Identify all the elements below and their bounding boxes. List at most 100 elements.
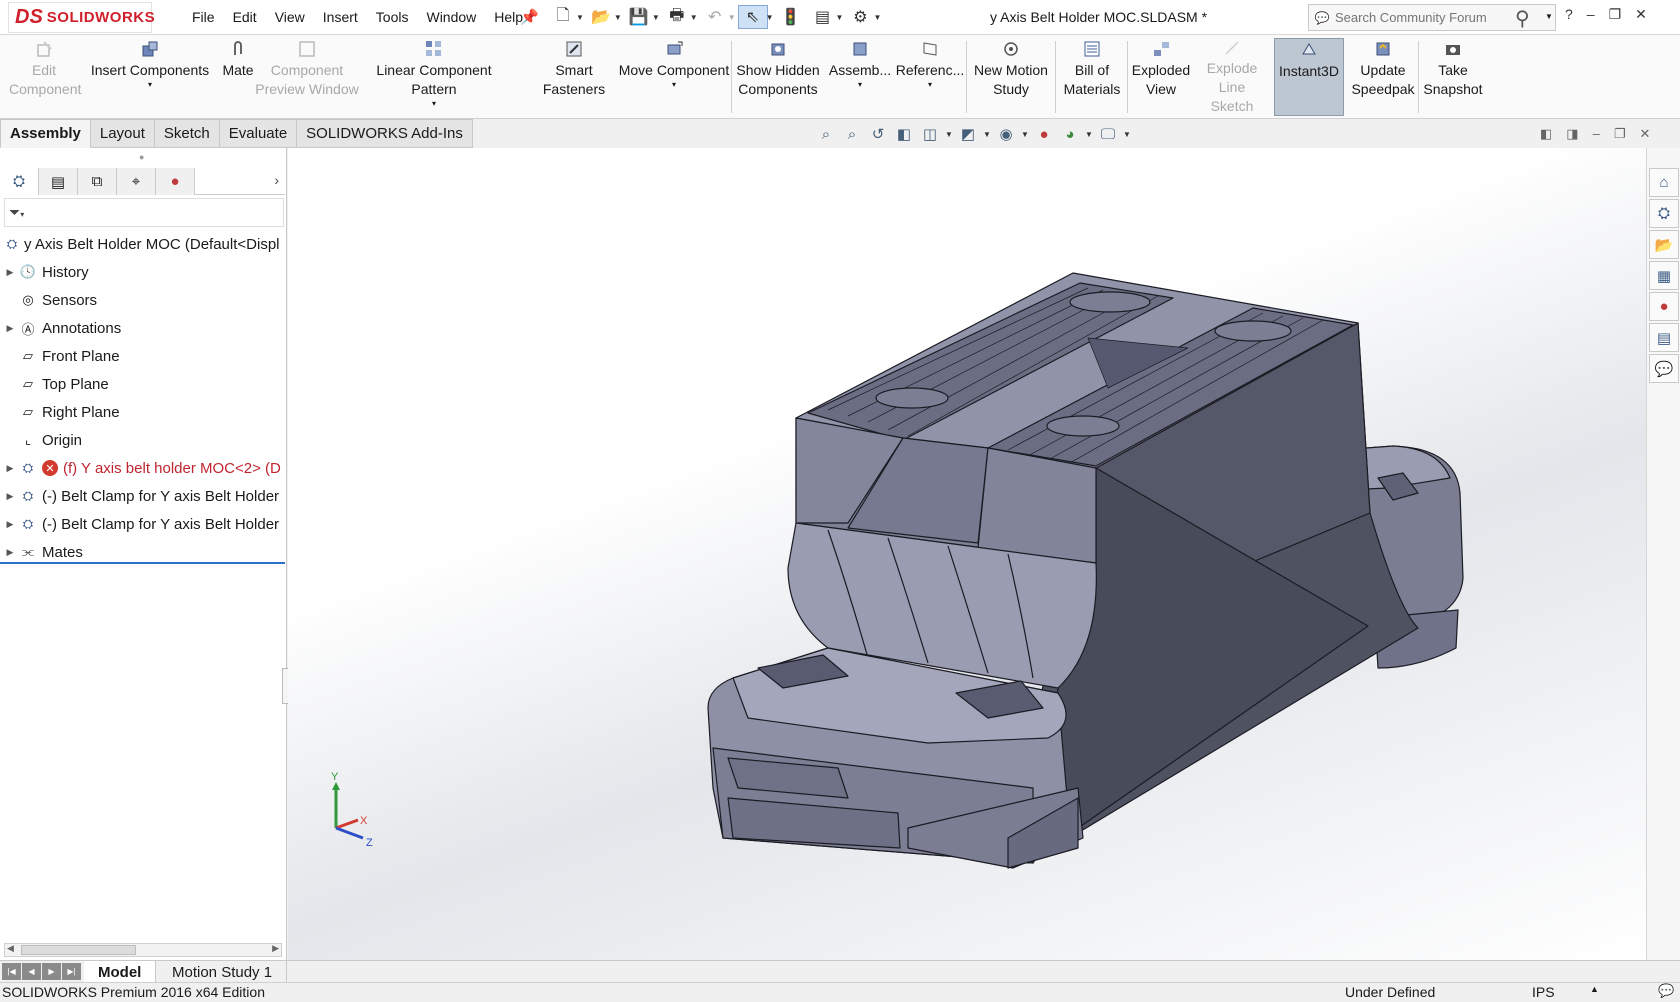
view-orientation-cube-icon[interactable]: ◩ <box>957 125 979 143</box>
tab-model[interactable]: Model <box>84 961 157 983</box>
menu-tools[interactable]: Tools <box>367 9 418 25</box>
save-icon[interactable]: 💾 <box>624 5 654 29</box>
select-cursor-icon[interactable]: ⇖ <box>737 5 768 29</box>
undo-icon[interactable]: ↶ <box>700 5 730 29</box>
open-dropdown-icon[interactable]: ▼ <box>614 13 622 22</box>
update-speedpak-button[interactable]: Update Speedpak <box>1348 38 1418 116</box>
appearances-scenes-icon[interactable]: ● <box>1649 292 1679 321</box>
solidworks-logo[interactable]: DS SOLIDWORKS <box>8 2 155 33</box>
tile-right-icon[interactable]: ◨ <box>1566 126 1578 142</box>
featuremanager-tab-icon[interactable]: ⛭ <box>0 168 39 195</box>
first-tab-icon[interactable]: |◀ <box>2 963 21 980</box>
close-button[interactable]: ✕ <box>1635 6 1647 23</box>
tab-motion-study-1[interactable]: Motion Study 1 <box>158 961 288 983</box>
search-dropdown-icon[interactable]: ▼ <box>1545 12 1553 21</box>
filter-dropdown-icon[interactable]: ▾ <box>20 210 24 219</box>
print-dropdown-icon[interactable]: ▼ <box>690 13 698 22</box>
last-tab-icon[interactable]: ▶| <box>62 963 81 980</box>
file-explorer-icon[interactable]: 📂 <box>1649 230 1679 259</box>
viewport-minimize-icon[interactable]: – <box>1593 126 1600 142</box>
print-icon[interactable]: 🖶 <box>662 5 692 29</box>
tree-item-right-plane[interactable]: ▱ Right Plane <box>0 398 285 426</box>
appearance-sphere-icon[interactable]: ● <box>1033 126 1055 143</box>
tab-assembly[interactable]: Assembly <box>0 119 91 148</box>
menu-window[interactable]: Window <box>417 9 485 25</box>
viewport-close-icon[interactable]: ✕ <box>1639 126 1650 142</box>
take-snapshot-button[interactable]: Take Snapshot <box>1420 38 1486 116</box>
displaymanager-tab-icon[interactable]: ● <box>156 168 195 195</box>
smart-fasteners-button[interactable]: Smart Fasteners <box>538 38 610 116</box>
display-style-dropdown-icon[interactable]: ▼ <box>1021 130 1029 139</box>
menu-edit[interactable]: Edit <box>224 9 266 25</box>
tab-solidworks-add-ins[interactable]: SOLIDWORKS Add-Ins <box>297 119 473 148</box>
dimxpertmanager-tab-icon[interactable]: ⌖ <box>117 168 156 195</box>
tree-item-y-axis-belt-holder[interactable]: ▶ ⛭ ✕ (f) Y axis belt holder MOC<2> (D <box>0 454 285 482</box>
linear-pattern-dropdown-icon[interactable]: ▾ <box>432 99 436 109</box>
expand-arrow-icon[interactable]: ▶ <box>2 323 18 334</box>
tree-item-top-plane[interactable]: ▱ Top Plane <box>0 370 285 398</box>
properties-dropdown-icon[interactable]: ▼ <box>836 13 844 22</box>
previous-tab-icon[interactable]: ◀ <box>22 963 41 980</box>
custom-properties-icon[interactable]: ▤ <box>1649 323 1679 352</box>
scene-icon[interactable]: ◕ <box>1059 126 1081 143</box>
expand-arrow-icon[interactable]: ▶ <box>2 463 18 474</box>
zoom-to-area-icon[interactable]: ⌕ <box>841 126 863 143</box>
instant3d-button[interactable]: Instant3D <box>1274 38 1344 116</box>
3d-model-view[interactable]: Y X Z <box>288 148 1646 960</box>
orientation-dropdown-icon[interactable]: ▼ <box>983 130 991 139</box>
propertymanager-tab-icon[interactable]: ▤ <box>39 168 78 195</box>
annotation-dropdown-icon[interactable]: ▼ <box>945 130 953 139</box>
menu-file[interactable]: File <box>183 9 224 25</box>
configurationmanager-tab-icon[interactable]: ⧉ <box>78 168 117 195</box>
assembly-features-dropdown-icon[interactable]: ▾ <box>858 80 862 90</box>
edit-component-button[interactable]: Edit Component <box>4 38 84 116</box>
search-box[interactable]: 💬 ⚲ ▼ <box>1308 4 1556 31</box>
unit-system[interactable]: IPS <box>1532 984 1555 1000</box>
menu-insert[interactable]: Insert <box>314 9 367 25</box>
insert-components-dropdown-icon[interactable]: ▾ <box>148 80 152 90</box>
tree-filter[interactable]: ⏷ ▾ <box>4 198 284 227</box>
units-menu-icon[interactable]: ▲ <box>1590 984 1599 994</box>
reference-geometry-button[interactable]: Referenc... ▾ <box>896 38 964 116</box>
view-palette-icon[interactable]: ▦ <box>1649 261 1679 290</box>
expand-arrow-icon[interactable]: ▶ <box>2 547 18 558</box>
save-dropdown-icon[interactable]: ▼ <box>652 13 660 22</box>
tab-sketch[interactable]: Sketch <box>154 119 220 148</box>
move-component-button[interactable]: Move Component ▾ <box>612 38 736 116</box>
tab-evaluate[interactable]: Evaluate <box>219 119 298 148</box>
component-preview-window-button[interactable]: Component Preview Window <box>252 38 362 116</box>
tree-item-belt-clamp-1[interactable]: ▶ ⛭ (-) Belt Clamp for Y axis Belt Holde… <box>0 482 285 510</box>
expand-arrow-icon[interactable]: ▶ <box>2 491 18 502</box>
tree-item-history[interactable]: ▶ 🕓 History <box>0 258 285 286</box>
show-hidden-components-button[interactable]: Show Hidden Components <box>734 38 822 116</box>
restore-button[interactable]: ❐ <box>1609 6 1622 23</box>
tree-item-annotations[interactable]: ▶ Ⓐ Annotations <box>0 314 285 342</box>
explode-line-sketch-button[interactable]: Explode Line Sketch <box>1196 38 1268 116</box>
solidworks-forum-icon[interactable]: 💬 <box>1649 354 1679 383</box>
tree-item-belt-clamp-2[interactable]: ▶ ⛭ (-) Belt Clamp for Y axis Belt Holde… <box>0 510 285 538</box>
dynamic-annotation-icon[interactable]: ◫ <box>919 125 941 143</box>
options-gear-icon[interactable]: ⚙ <box>845 5 875 29</box>
tree-horizontal-scrollbar[interactable]: ◀ ▶ <box>4 943 282 957</box>
help-icon[interactable]: ? <box>1565 6 1573 23</box>
section-view-icon[interactable]: ◧ <box>893 125 915 143</box>
tile-left-icon[interactable]: ◧ <box>1540 126 1552 142</box>
graphics-area[interactable]: Y X Z <box>288 148 1646 960</box>
tree-item-origin[interactable]: ⌞ Origin <box>0 426 285 454</box>
filter-funnel-icon[interactable]: ⏷ <box>9 204 20 221</box>
display-style-icon[interactable]: ◉ <box>995 125 1017 143</box>
select-dropdown-icon[interactable]: ▼ <box>766 13 774 22</box>
belt-holder-model[interactable] <box>707 272 1464 869</box>
new-dropdown-icon[interactable]: ▼ <box>576 13 584 22</box>
display-monitor-icon[interactable]: 🖵 <box>1097 126 1119 143</box>
design-library-icon[interactable]: ⛭ <box>1649 199 1679 228</box>
scene-dropdown-icon[interactable]: ▼ <box>1085 130 1093 139</box>
tab-layout[interactable]: Layout <box>90 119 155 148</box>
chevron-right-icon[interactable]: › <box>274 172 279 188</box>
linear-component-pattern-button[interactable]: Linear Component Pattern ▾ <box>352 38 516 116</box>
open-folder-icon[interactable]: 📂 <box>586 5 616 29</box>
options-dropdown-icon[interactable]: ▼ <box>873 13 881 22</box>
menu-view[interactable]: View <box>266 9 314 25</box>
undo-dropdown-icon[interactable]: ▼ <box>728 13 736 22</box>
search-input[interactable] <box>1335 10 1505 25</box>
